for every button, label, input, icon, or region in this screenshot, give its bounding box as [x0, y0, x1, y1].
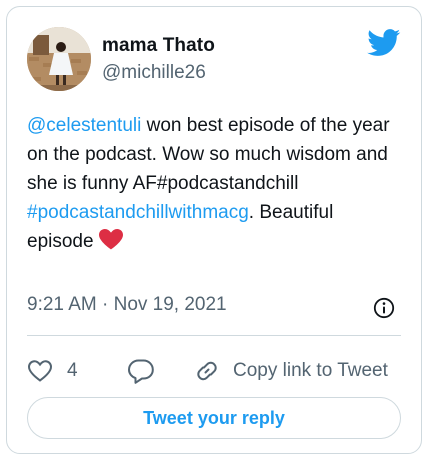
mention-link[interactable]: @celestentuli [27, 115, 141, 136]
heart-icon [27, 360, 53, 382]
reply-icon [128, 359, 154, 384]
avatar-photo [27, 27, 91, 91]
author-name[interactable]: mama Thato [102, 35, 215, 57]
tweet-actions: 4 Copy link to Tweet [27, 349, 405, 393]
tweet-your-reply-button[interactable]: Tweet your reply [27, 397, 401, 439]
link-icon [197, 361, 217, 381]
tweet-card: mama Thato @michille26 @celestentuli won… [6, 6, 422, 454]
tweet-timestamp[interactable]: 9:21 AM · Nov 19, 2021 [27, 294, 227, 316]
copy-link-button[interactable]: Copy link to Tweet [193, 349, 388, 393]
divider [27, 335, 401, 336]
red-heart-emoji-icon [98, 229, 123, 250]
hashtag-link[interactable]: #podcastandchillwithmacg [27, 202, 249, 223]
info-icon[interactable] [373, 297, 395, 319]
twitter-bird-icon[interactable] [367, 29, 401, 57]
avatar[interactable] [27, 27, 91, 91]
author-handle[interactable]: @michille26 [102, 62, 206, 84]
like-button[interactable]: 4 [27, 349, 78, 393]
reply-button[interactable] [127, 349, 155, 393]
copy-link-label: Copy link to Tweet [233, 360, 388, 381]
like-count: 4 [67, 360, 78, 381]
tweet-text: @celestentuli won best episode of the ye… [27, 111, 405, 256]
